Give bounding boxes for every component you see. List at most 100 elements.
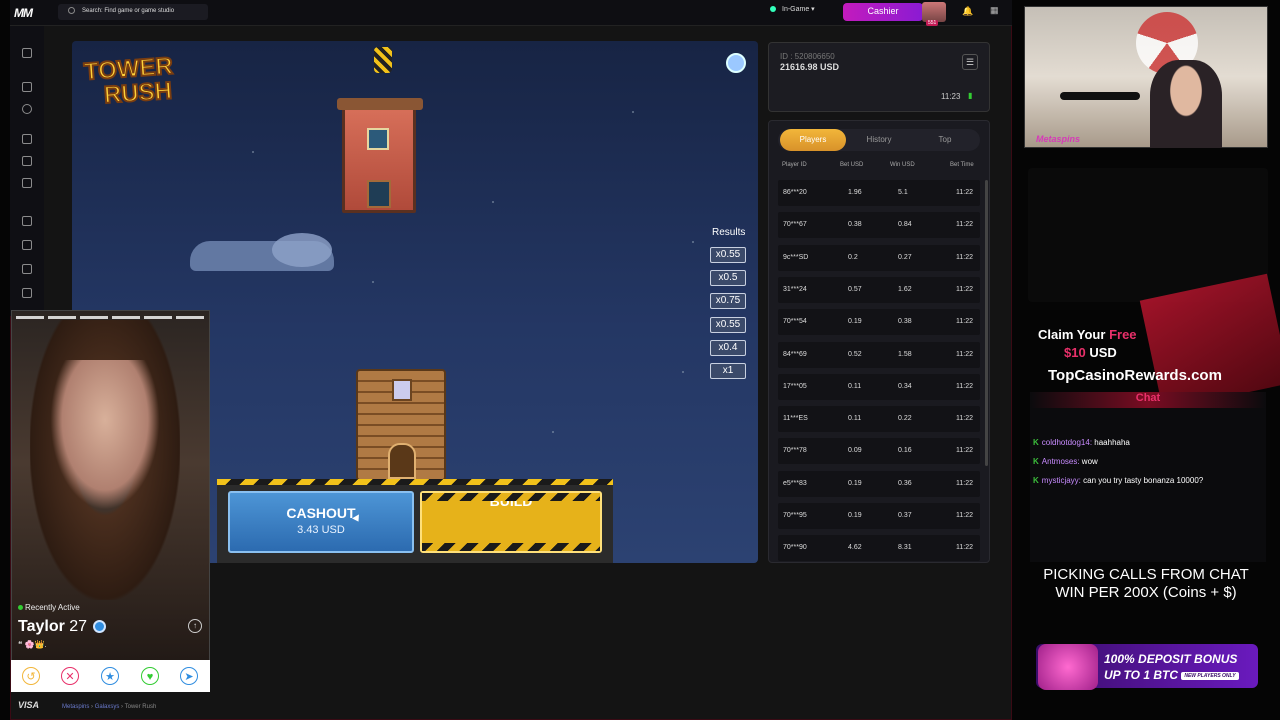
- table-cell: 5.1: [898, 189, 908, 196]
- rewind-icon[interactable]: ↺: [22, 667, 40, 685]
- expand-profile-icon[interactable]: ↑: [188, 619, 202, 633]
- search-placeholder: Search: Find game or game studio: [82, 8, 175, 14]
- game-status-dropdown[interactable]: In-Game ▾: [770, 5, 815, 13]
- calls-line: WIN PER 200X (Coins + $): [1055, 584, 1237, 601]
- promo-amount-value: $10: [1064, 345, 1086, 360]
- table-cell: 11:22: [956, 253, 973, 261]
- crane-hook-icon: [374, 47, 392, 73]
- table-row: 70***90 4.62 8.31 11:22: [778, 535, 980, 562]
- vip-icon[interactable]: [22, 156, 32, 166]
- results-title: Results: [712, 227, 746, 238]
- like-icon[interactable]: ♥: [141, 667, 159, 685]
- search-input[interactable]: Search: Find game or game studio: [58, 4, 208, 20]
- signal-icon: ▮: [968, 91, 973, 100]
- breadcrumb: Metaspins › Galaxsys › Tower Rush: [62, 704, 157, 710]
- table-row: 70***78 0.09 0.16 11:22: [778, 438, 980, 465]
- table-row: 70***54 0.19 0.38 11:22: [778, 309, 980, 336]
- bonus-headline: 100% DEPOSIT BONUS: [1104, 652, 1238, 666]
- tab-history[interactable]: History: [846, 129, 912, 151]
- players-scrollbar[interactable]: [985, 180, 988, 466]
- table-cell: 0.36: [898, 479, 912, 487]
- sub-badge-icon: K: [1033, 476, 1039, 485]
- site-logo[interactable]: MM: [14, 6, 33, 20]
- table-cell: 11:22: [956, 221, 973, 229]
- calls-banner: PICKING CALLS FROM CHAT WIN PER 200X (Co…: [1026, 566, 1266, 602]
- profile-name: Taylor 27: [18, 618, 87, 636]
- table-cell: 0.19: [848, 318, 862, 326]
- table-cell: 11:22: [956, 318, 973, 326]
- cam-brand: Metaspins: [1036, 134, 1081, 144]
- promo-site: TopCasinoRewards.com: [1048, 367, 1222, 384]
- table-cell: 11:22: [956, 544, 973, 552]
- table-cell: 0.16: [898, 447, 912, 455]
- expand-menu-icon[interactable]: [22, 48, 32, 58]
- tab-players[interactable]: Players: [780, 129, 846, 151]
- table-cell: 11:22: [956, 479, 973, 487]
- trophy-icon[interactable]: [22, 216, 32, 226]
- table-cell: 0.22: [898, 415, 912, 423]
- chat-message: K Antmoses: wow: [1033, 457, 1098, 466]
- table-cell: 0.38: [898, 318, 912, 326]
- cashout-amount: 3.43 USD: [297, 524, 345, 536]
- cashier-button[interactable]: Cashier: [843, 3, 923, 21]
- table-row: 9c***SD 0.2 0.27 11:22: [778, 244, 980, 271]
- rewards-icon[interactable]: [22, 178, 32, 188]
- profile-name-text: Taylor: [18, 618, 65, 635]
- promo-currency: USD: [1089, 345, 1117, 360]
- chat-text: wow: [1079, 457, 1098, 466]
- profile-age: 27: [69, 618, 88, 635]
- table-row: 11***ES 0.11 0.22 11:22: [778, 406, 980, 433]
- bonus-tag: NEW PLAYERS ONLY: [1181, 671, 1239, 680]
- hamburger-menu-icon[interactable]: ☰: [962, 54, 978, 70]
- table-cell: 0.11: [848, 382, 862, 390]
- table-cell: 84***69: [783, 350, 807, 358]
- chat-message: Kcoldhotdog14: haahhaha: [1033, 438, 1130, 447]
- tab-top[interactable]: Top: [912, 129, 978, 151]
- table-cell: 0.38: [848, 221, 862, 229]
- table-row: 84***69 0.52 1.58 11:22: [778, 341, 980, 368]
- breadcrumb-link[interactable]: Metaspins: [62, 704, 89, 710]
- super-like-icon[interactable]: ★: [101, 667, 119, 685]
- table-cell: 0.11: [848, 415, 862, 423]
- telegram-icon[interactable]: [22, 240, 32, 250]
- user-avatar[interactable]: 551: [922, 2, 946, 26]
- dislike-icon[interactable]: ✕: [61, 667, 79, 685]
- stats-icon[interactable]: [22, 288, 32, 298]
- breadcrumb-link[interactable]: Galaxsys: [95, 704, 120, 710]
- casino-icon[interactable]: [22, 82, 32, 92]
- streamer: [1150, 60, 1222, 148]
- column-header: Win USD: [890, 162, 915, 168]
- online-dot-icon: [18, 605, 23, 610]
- table-cell: 11:22: [956, 382, 973, 390]
- table-cell: 11:22: [956, 415, 973, 423]
- cloud-decoration: [272, 233, 332, 267]
- chat-text: can you try tasty bonanza 10000?: [1080, 476, 1204, 485]
- chat-user: Antmoses:: [1041, 457, 1080, 466]
- bonus-amount: UP TO 1 BTC: [1104, 668, 1179, 682]
- profile-quote: ❝ 🌸👑.: [18, 640, 47, 649]
- bell-icon[interactable]: 🔔: [962, 6, 973, 17]
- cashout-button[interactable]: CASHOUT 3.43 USD: [228, 491, 414, 553]
- table-cell: 0.27: [898, 253, 912, 261]
- table-cell: 0.09: [848, 447, 862, 455]
- table-cell: 11:22: [956, 285, 973, 293]
- verified-icon: [93, 620, 106, 633]
- table-cell: 0.52: [848, 350, 862, 358]
- table-cell: 0.84: [898, 221, 912, 229]
- treasure-chest-icon: [1038, 644, 1098, 690]
- table-cell: 70***90: [783, 544, 807, 552]
- sports-icon[interactable]: [22, 104, 32, 114]
- promo-claim-text: Claim Your: [1038, 327, 1106, 342]
- tower-base-block: [356, 369, 446, 481]
- promotions-icon[interactable]: [22, 134, 32, 144]
- boost-icon[interactable]: ➤: [180, 667, 198, 685]
- table-cell: 11:22: [956, 447, 973, 455]
- table-row: 70***67 0.38 0.84 11:22: [778, 212, 980, 239]
- grid-menu-icon[interactable]: ▦: [990, 5, 999, 16]
- game-logo: TOWER RUSH: [82, 52, 192, 121]
- crown-icon[interactable]: [22, 264, 32, 274]
- build-button[interactable]: BUILD: [420, 491, 602, 553]
- provably-fair-icon[interactable]: [726, 53, 746, 73]
- table-cell: 0.2: [848, 253, 858, 261]
- table-cell: 11:22: [956, 512, 973, 519]
